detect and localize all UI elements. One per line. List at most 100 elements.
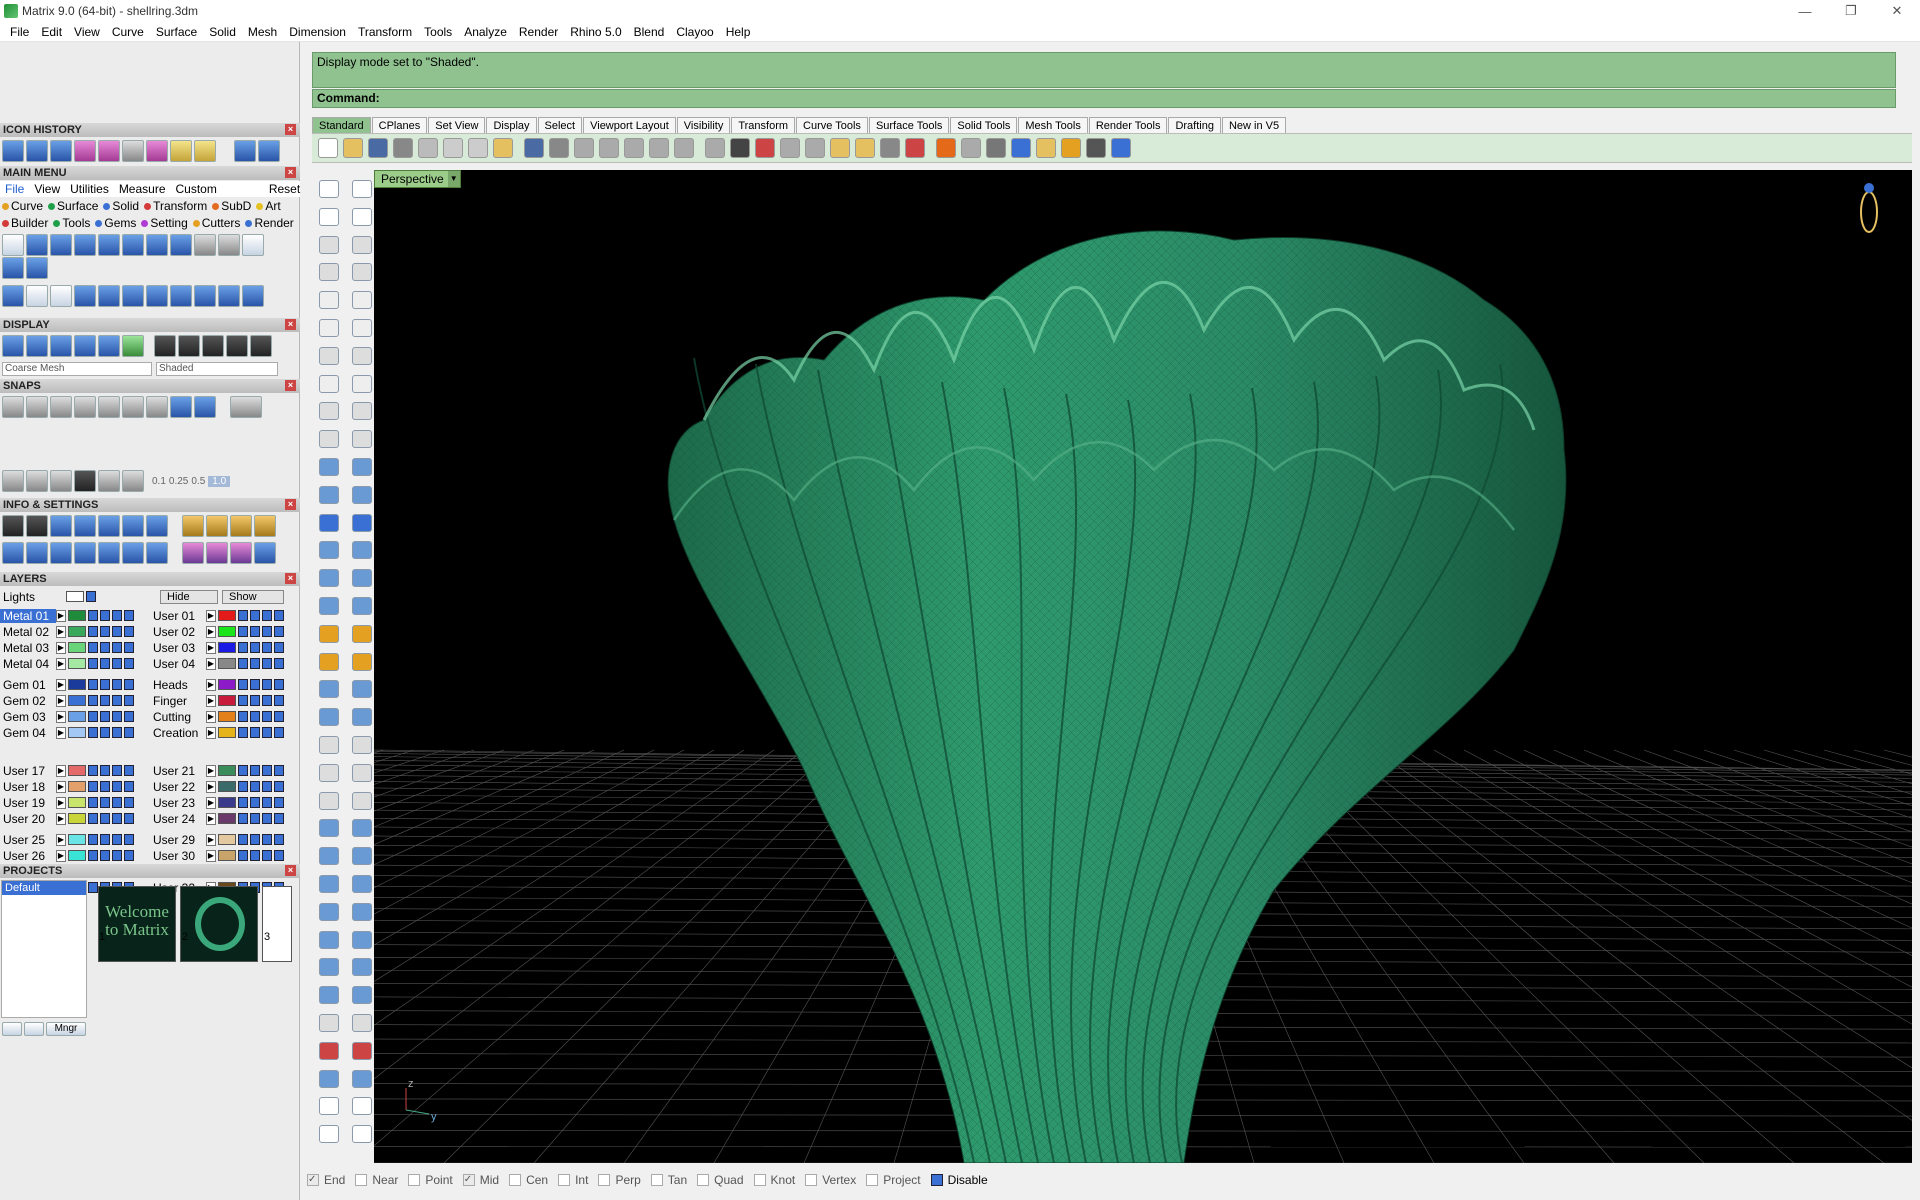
mirror-icon[interactable] [194,285,216,307]
boolean-icon[interactable] [319,624,339,643]
circle-icon[interactable] [319,291,339,310]
layer-row[interactable]: User 02 ▶ [150,624,284,639]
layer-color-swatch[interactable] [218,626,236,637]
forward-arrow-icon[interactable] [258,140,280,162]
menu-analyze[interactable]: Analyze [458,25,513,39]
circle-icon[interactable] [242,285,264,307]
layer-name[interactable]: Finger [150,694,206,708]
gumball-icon[interactable] [319,652,339,671]
layer-visible-icon[interactable] [238,626,248,637]
document-icon[interactable] [98,515,120,537]
ellipse-icon[interactable] [352,319,372,337]
osnap-knot[interactable]: Knot [753,1173,795,1187]
save-icon[interactable] [368,138,388,158]
solid-icon[interactable] [74,542,96,564]
line-icon[interactable] [352,263,372,282]
layer-color-swatch[interactable] [218,765,236,776]
environment-icon[interactable] [230,542,252,564]
layout-snap-icon[interactable] [2,470,24,492]
mid-snap-icon[interactable] [170,396,192,418]
hide-button[interactable]: Hide [160,590,218,604]
layer-current-icon[interactable] [274,781,284,792]
tab-visibility[interactable]: Visibility [676,117,731,133]
layer-visible-icon[interactable] [88,781,98,792]
menu-dimension[interactable]: Dimension [283,25,352,39]
layer-current-icon[interactable] [274,850,284,861]
layer-row[interactable]: Finger ▶ [150,693,284,708]
extrude-icon[interactable] [352,458,372,476]
layer-color-swatch[interactable] [218,658,236,669]
layer-row[interactable]: User 23 ▶ [150,795,284,810]
layer-name[interactable]: Metal 02 [0,625,56,639]
point-icon[interactable] [319,207,339,226]
check-icon[interactable] [352,1097,372,1116]
layer-expand-icon[interactable]: ▶ [56,678,66,691]
group-icon[interactable] [319,791,339,810]
layer-name[interactable]: User 25 [0,833,56,847]
layer-name[interactable]: User 02 [150,625,206,639]
menu-view[interactable]: View [68,25,106,39]
layer-print-icon[interactable] [262,679,272,690]
layer-visible-icon[interactable] [88,679,98,690]
checkbox[interactable] [697,1174,710,1186]
measure-icon[interactable] [50,470,72,492]
properties-icon[interactable] [254,515,276,537]
lights-toggle[interactable] [86,591,96,602]
checkbox[interactable] [753,1174,766,1186]
menu-file[interactable]: File [4,25,35,39]
tab-drafting[interactable]: Drafting [1168,117,1221,133]
menu-render[interactable]: Render [513,25,564,39]
layer-print-icon[interactable] [112,711,122,722]
layer-current-icon[interactable] [274,813,284,824]
layer-print-icon[interactable] [262,658,272,669]
open-icon[interactable] [343,138,363,158]
select-icon[interactable] [352,180,372,198]
layer-expand-icon[interactable]: ▶ [206,764,216,777]
cylinder-icon[interactable] [146,140,168,162]
layer-color-swatch[interactable] [218,813,236,824]
layer-name[interactable]: Creation [150,726,206,740]
layer-row[interactable]: User 21 ▶ [150,763,284,778]
tab-transform[interactable]: Transform [731,117,796,133]
chevron-down-icon[interactable]: ▼ [447,171,460,187]
layer-name[interactable]: User 17 [0,764,56,778]
layer-print-icon[interactable] [262,727,272,738]
layer-expand-icon[interactable]: ▶ [56,726,66,739]
layer-expand-icon[interactable]: ▶ [206,726,216,739]
flow-icon[interactable] [352,986,372,1005]
close-icon[interactable]: × [285,319,296,330]
layer-name[interactable]: User 19 [0,796,56,810]
layer-current-icon[interactable] [274,797,284,808]
layer-expand-icon[interactable]: ▶ [56,625,66,638]
menu-solid[interactable]: Solid [203,25,242,39]
layer-current-icon[interactable] [124,642,134,653]
environment-sphere-icon[interactable] [1011,138,1031,158]
trim-icon[interactable] [352,708,372,727]
grid-icon[interactable] [194,140,216,162]
checkbox[interactable] [930,1174,943,1186]
layer-color-swatch[interactable] [68,834,86,845]
twist-icon[interactable] [319,958,339,977]
category-art[interactable]: Art [256,199,281,213]
menu-transform[interactable]: Transform [352,25,418,39]
save-icon[interactable] [98,234,120,256]
cut-icon[interactable] [443,138,463,158]
category-curve[interactable]: Curve [2,199,43,213]
move-up-icon[interactable] [24,1022,44,1036]
perspective-viewport[interactable]: z y [374,170,1912,1163]
more-icon[interactable] [352,1125,372,1144]
layer-lock-icon[interactable] [100,610,110,621]
layer-visible-icon[interactable] [88,642,98,653]
layer-lock-icon[interactable] [100,695,110,706]
notes-icon[interactable] [26,257,48,279]
options-icon[interactable] [206,515,228,537]
osnap-disable[interactable]: Disable [930,1173,988,1187]
layer-lock-icon[interactable] [100,679,110,690]
layer-current-icon[interactable] [124,695,134,706]
units-icon[interactable] [230,515,252,537]
layer-current-icon[interactable] [274,834,284,845]
project-thumb-2[interactable] [180,886,258,962]
render-sphere-icon[interactable] [986,138,1006,158]
layer-visible-icon[interactable] [238,834,248,845]
lock-icon[interactable] [880,138,900,158]
